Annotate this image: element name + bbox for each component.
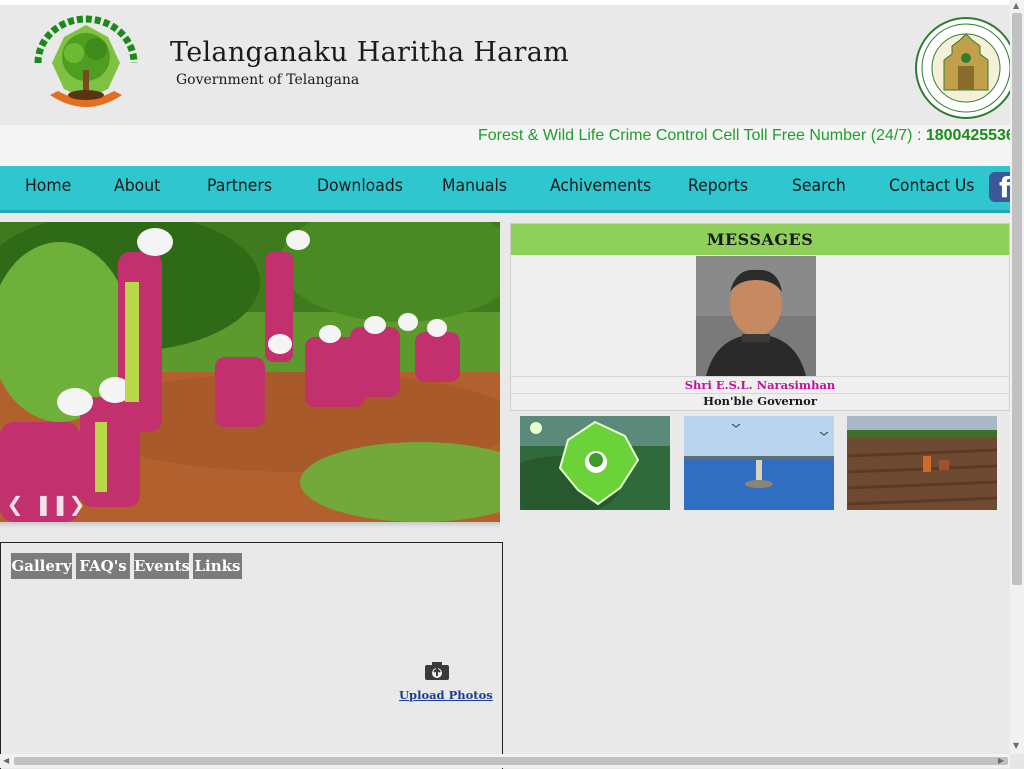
messages-header: MESSAGES: [511, 224, 1009, 255]
scroll-left-icon[interactable]: ◀: [3, 757, 9, 765]
nav-partners[interactable]: Partners: [207, 176, 272, 196]
thumbnail-lake[interactable]: [684, 416, 834, 510]
thumbnail-telangana-map[interactable]: [520, 416, 670, 510]
upload-photos-link[interactable]: Upload Photos: [399, 688, 493, 702]
scrollbar-corner: [1010, 754, 1024, 768]
slider-pause-icon[interactable]: ❚❚: [35, 493, 69, 515]
farm-field-photo: [847, 416, 997, 510]
horizontal-scrollbar[interactable]: ◀ ▶: [0, 754, 1010, 768]
toll-free-ticker: Forest & Wild Life Crime Control Cell To…: [478, 127, 1010, 145]
nav-downloads[interactable]: Downloads: [317, 176, 403, 196]
nav-manuals[interactable]: Manuals: [442, 176, 507, 196]
governor-portrait[interactable]: [696, 256, 816, 376]
ticker-bar: Forest & Wild Life Crime Control Cell To…: [0, 125, 1010, 166]
tab-links[interactable]: Links: [193, 553, 242, 579]
upload-photo-icon[interactable]: [424, 661, 450, 681]
nav-reports[interactable]: Reports: [688, 176, 748, 196]
scroll-down-icon[interactable]: ▼: [1013, 742, 1019, 750]
slider-next-icon[interactable]: ❯: [66, 493, 88, 515]
horizontal-scroll-thumb[interactable]: [14, 757, 1008, 765]
governor-role: Hon'ble Governor: [703, 394, 817, 408]
messages-panel: MESSAGES Shri E.S.L. Narasimhan Hon'ble …: [510, 223, 1010, 411]
toll-free-number: 18004255364: [925, 127, 1010, 144]
site-header: Telanganaku Haritha Haram Government of …: [0, 5, 1017, 125]
lake-photo: [684, 416, 834, 510]
telangana-seal-icon[interactable]: [914, 16, 1018, 120]
ticker-text: Forest & Wild Life Crime Control Cell To…: [478, 127, 926, 144]
slider-shadow: [0, 522, 500, 528]
scroll-up-icon[interactable]: ▲: [1013, 2, 1019, 10]
vertical-scroll-thumb[interactable]: [1012, 13, 1022, 585]
nav-about[interactable]: About: [114, 176, 160, 196]
nav-contact-us[interactable]: Contact Us: [889, 176, 974, 196]
nav-search[interactable]: Search: [792, 176, 846, 196]
messages-heading: MESSAGES: [706, 230, 814, 249]
tabs-panel: Gallery FAQ's Events Links Upload Photos: [0, 542, 503, 769]
nav-achivements[interactable]: Achivements: [550, 176, 651, 196]
thumbnail-farm-field[interactable]: [847, 416, 997, 510]
slider-prev-icon[interactable]: ❮: [4, 493, 26, 515]
slider-photo: [0, 222, 500, 522]
site-subtitle: Government of Telangana: [176, 72, 360, 88]
site-title: Telanganaku Haritha Haram: [170, 37, 570, 68]
nav-home[interactable]: Home: [25, 176, 71, 196]
scroll-right-icon[interactable]: ▶: [998, 757, 1004, 765]
tab-faqs[interactable]: FAQ's: [76, 553, 130, 579]
main-navigation: Home About Partners Downloads Manuals Ac…: [0, 166, 1019, 213]
haritha-haram-logo-icon[interactable]: [28, 15, 144, 119]
governor-name: Shri E.S.L. Narasimhan: [511, 376, 1009, 394]
telangana-map-icon: [520, 416, 670, 510]
vertical-scrollbar[interactable]: ▲ ▼: [1010, 0, 1024, 754]
image-slider: [0, 222, 500, 522]
tab-gallery[interactable]: Gallery: [11, 553, 72, 579]
tab-events[interactable]: Events: [134, 553, 190, 579]
